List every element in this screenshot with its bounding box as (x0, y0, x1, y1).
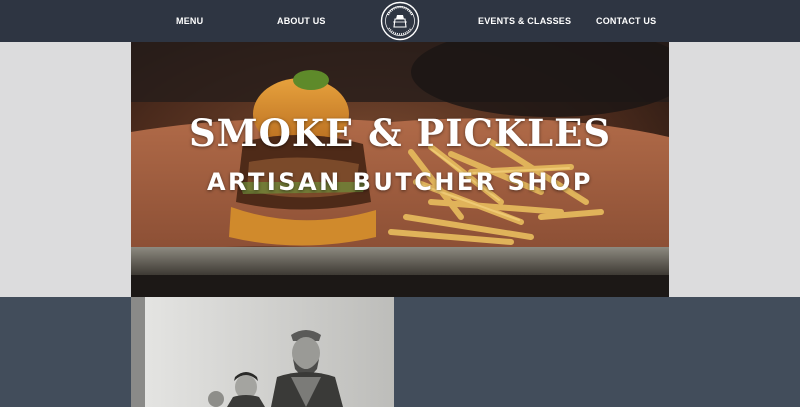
about-section-background (0, 297, 800, 407)
nav-link-events-and-classes[interactable]: EVENTS & CLASSES (478, 0, 571, 42)
nav-link-contact-us[interactable]: CONTACT US (596, 0, 656, 42)
butcher-seal-logo-icon (380, 1, 420, 41)
hero-banner: SMOKE & PICKLES ARTISAN BUTCHER SHOP (131, 42, 669, 297)
hero-title: SMOKE & PICKLES (188, 111, 612, 155)
nav-link-menu[interactable]: MENU (176, 0, 203, 42)
team-photo (131, 297, 394, 407)
site-logo[interactable] (380, 1, 420, 41)
top-navigation-bar: MENU ABOUT US EVENTS & CLASSES CONTACT U… (0, 0, 800, 42)
butchers-black-and-white-photo (131, 297, 394, 407)
hero-subtitle: ARTISAN BUTCHER SHOP (206, 168, 594, 196)
nav-link-about-us[interactable]: ABOUT US (277, 0, 326, 42)
